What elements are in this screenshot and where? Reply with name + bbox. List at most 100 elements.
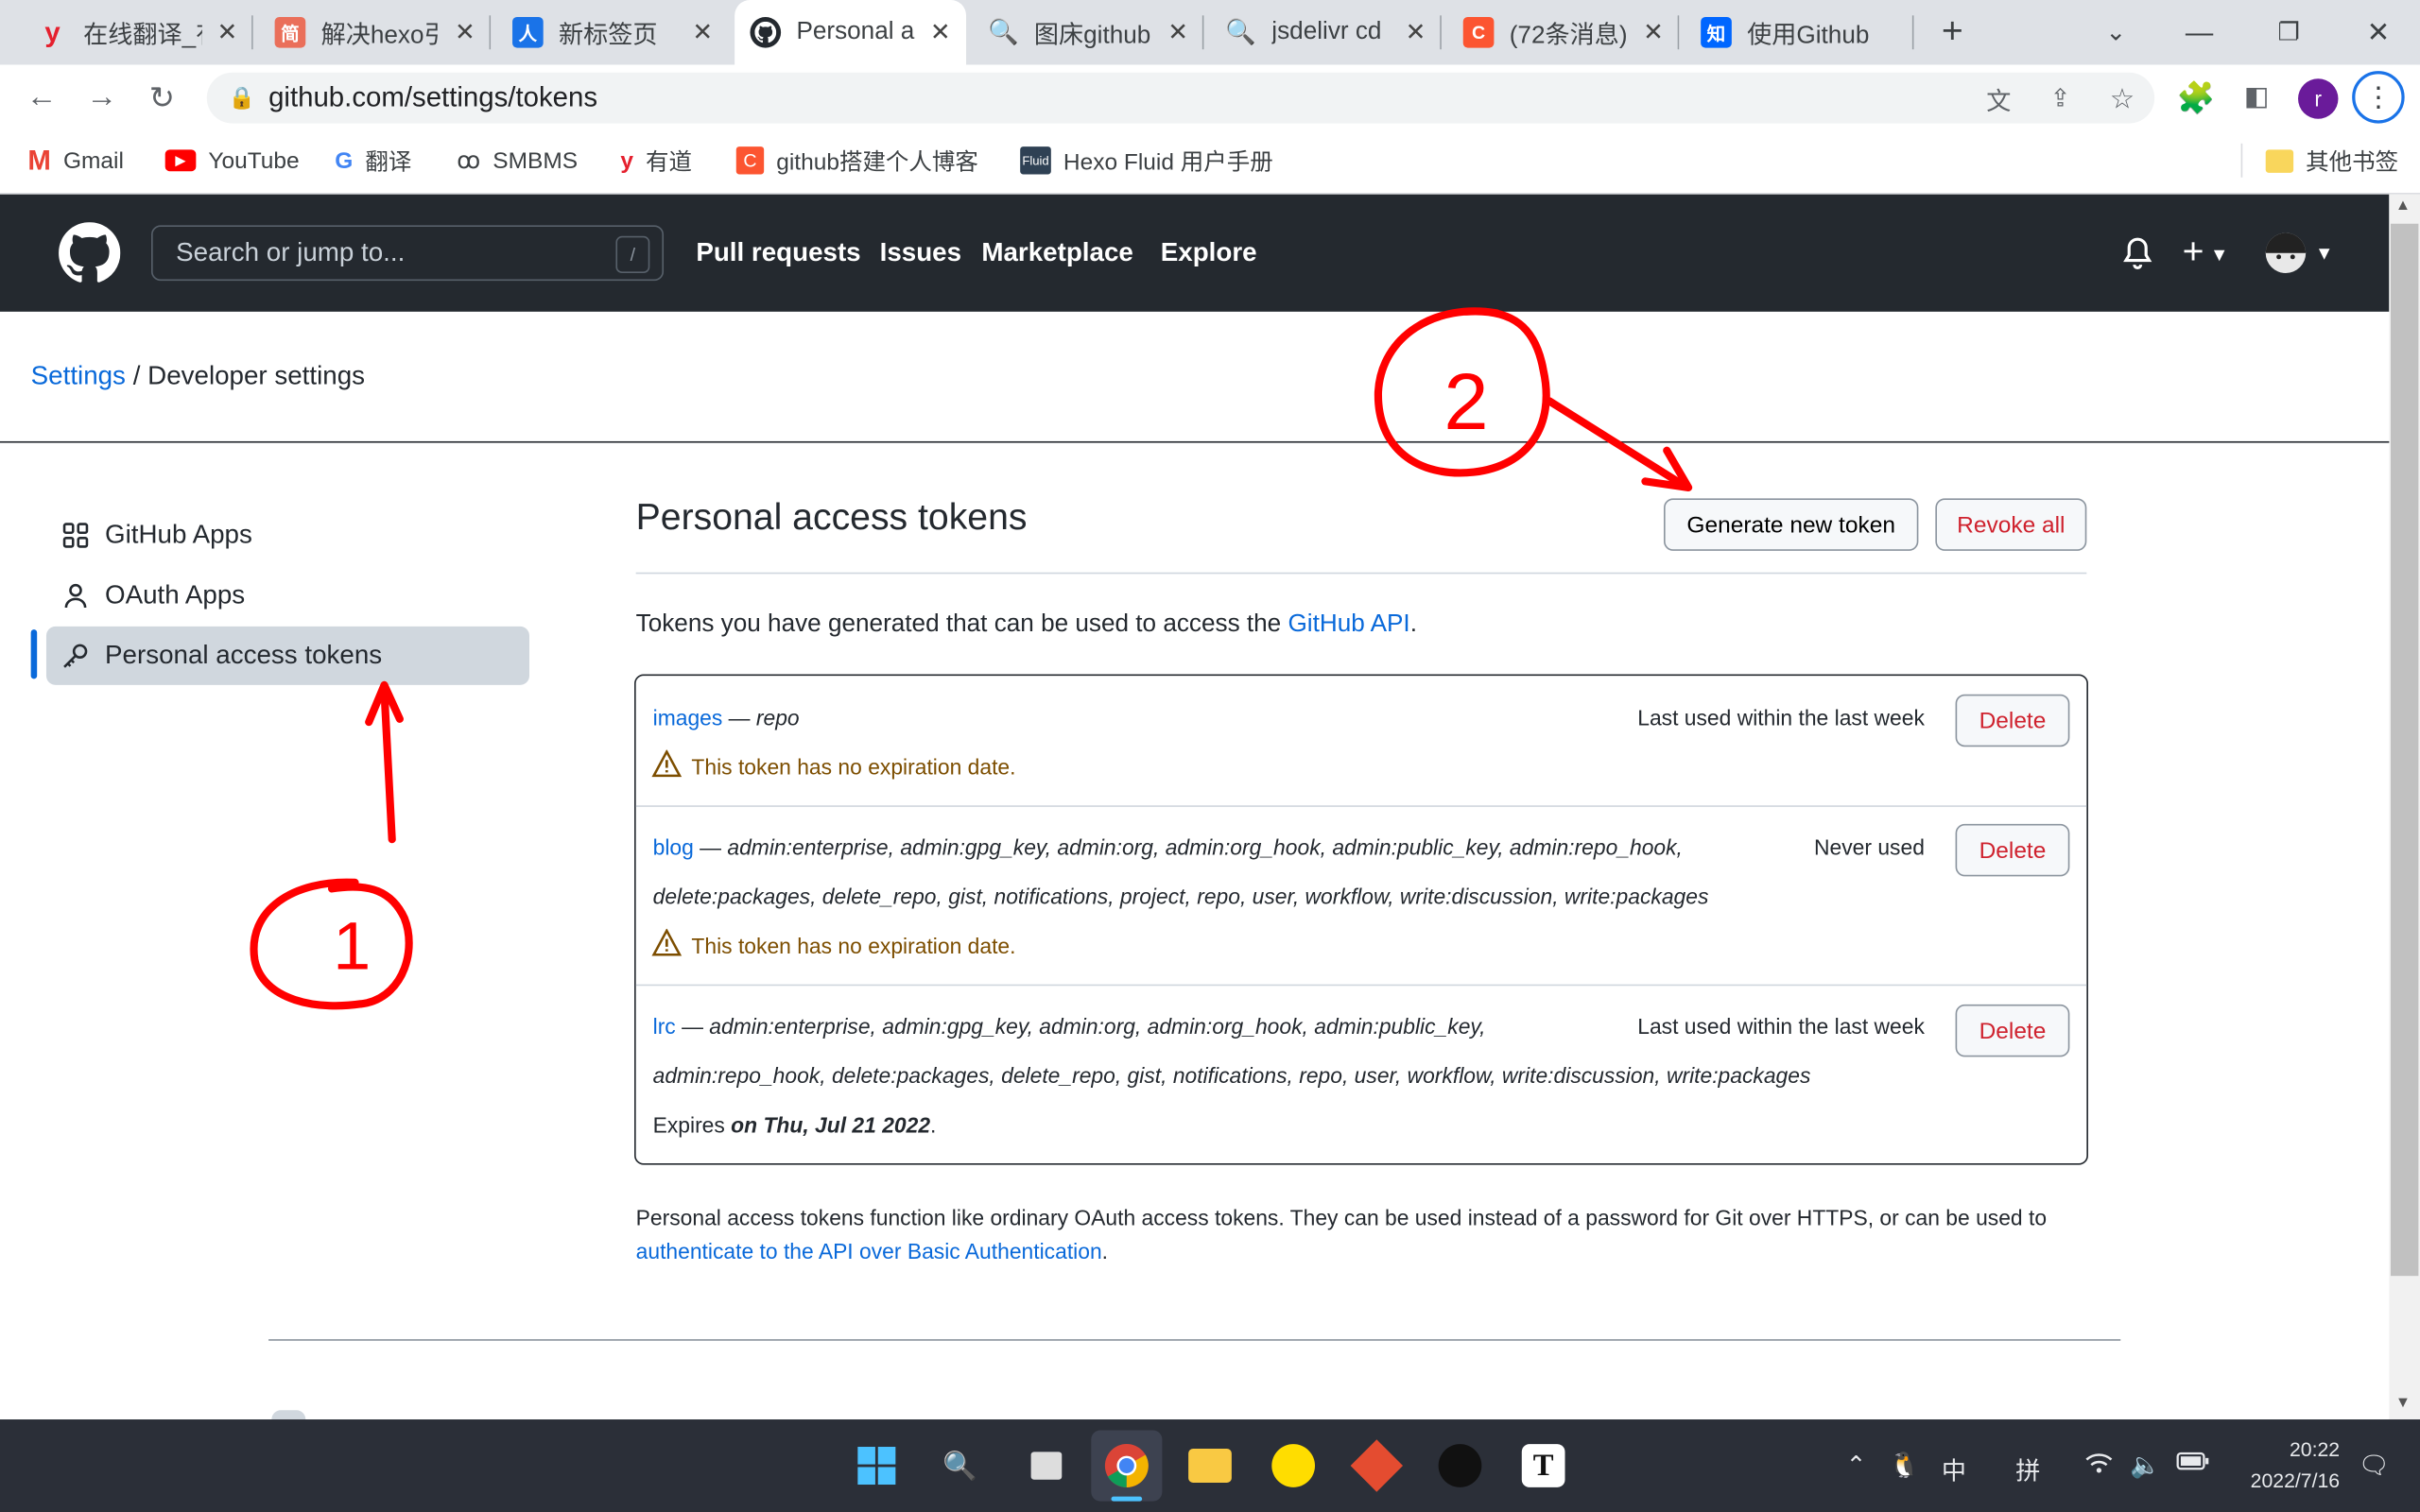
token-name-link[interactable]: lrc [653,1014,676,1039]
tab-zhihu[interactable]: 知 使用Github [1685,0,1914,65]
side-panel-icon[interactable]: ◧ [2233,74,2279,120]
tab-new-tab[interactable]: 人 新标签页 ✕ [497,0,729,65]
search-input[interactable]: Search or jump to... / [150,225,665,282]
token-name-link[interactable]: images [653,705,723,730]
delete-token-button[interactable]: Delete [1955,694,2070,747]
revoke-all-button[interactable]: Revoke all [1935,498,2087,551]
ime-language[interactable]: 中 [1942,1451,1966,1487]
bookmark-translate[interactable]: G 翻译 [335,141,411,180]
nav-explore[interactable]: Explore [1161,237,1257,268]
chrome-taskbar-icon[interactable] [1091,1430,1163,1502]
restore-icon[interactable]: ❐ [2266,9,2312,56]
wifi-icon[interactable] [2083,1451,2115,1483]
qq-tray-icon[interactable]: 🐧 [1889,1451,1920,1482]
tab-personal-access[interactable]: Personal a ✕ [735,0,967,65]
intro-prefix: Tokens you have generated that can be us… [635,610,1288,638]
sidebar-item-personal-access-tokens[interactable]: Personal access tokens [45,626,529,685]
task-view-icon[interactable] [1019,1438,1075,1494]
create-new-plus-icon[interactable]: + ▼ [2183,232,2229,275]
tab-csdn[interactable]: C (72条消息) ✕ [1447,0,1680,65]
bookmark-youtube[interactable]: ▶ YouTube [164,141,300,180]
sidebar-item-github-apps[interactable]: GitHub Apps [46,507,529,565]
new-tab-button[interactable]: + [1929,9,1976,56]
scrollbar-thumb[interactable] [2390,223,2419,1277]
nav-marketplace[interactable]: Marketplace [981,237,1132,268]
window-close-icon[interactable]: ✕ [2355,9,2401,56]
tray-overflow-icon[interactable]: ⌃ [1846,1451,1867,1482]
token-scopes-continued: delete:packages, delete_repo, gist, noti… [652,884,1709,909]
tab-jsdelivr[interactable]: 🔍 jsdelivr cd ✕ [1210,0,1442,65]
translate-page-icon[interactable]: 文 [1976,76,2022,122]
nav-issues[interactable]: Issues [880,237,961,268]
typora-icon[interactable]: T [1515,1438,1571,1494]
notification-icon[interactable]: 🗨 [2359,1451,2390,1482]
forward-icon[interactable]: → [78,74,125,120]
volume-icon[interactable]: 🔈 [2130,1451,2161,1482]
nav-pull-requests[interactable]: Pull requests [696,237,860,268]
bookmark-other[interactable]: 其他书签 [2265,141,2399,180]
extensions-icon[interactable]: 🧩 [2173,74,2220,120]
minimize-icon[interactable]: — [2176,9,2222,56]
close-icon[interactable]: ✕ [217,17,238,48]
youdao-icon: y [44,16,60,47]
user-avatar-menu[interactable]: ▼ [2265,232,2333,273]
tab-hexo[interactable]: 简 解决hexo引 ✕ [259,0,492,65]
close-icon[interactable]: ✕ [455,17,475,48]
profile-avatar[interactable]: r [2298,78,2339,119]
bookmark-youdao[interactable]: y 有道 [620,141,692,180]
taskbar-search-icon[interactable]: 🔍 [932,1438,988,1494]
tab-divider [1440,15,1442,50]
scroll-down-icon[interactable]: ▼ [2395,1395,2411,1412]
sidebar-item-oauth-apps[interactable]: OAuth Apps [46,566,529,625]
menu-kebab-icon[interactable]: ⋮ [2352,71,2405,124]
delete-token-button[interactable]: Delete [1955,823,2070,877]
git-app-icon[interactable] [1349,1438,1405,1494]
ime-mode[interactable]: 拼 [2015,1451,2040,1487]
basic-auth-link[interactable]: authenticate to the API over Basic Authe… [636,1239,1102,1263]
alert-icon [651,748,683,782]
file-explorer-icon[interactable] [1183,1438,1238,1494]
delete-token-button[interactable]: Delete [1955,1004,2070,1057]
breadcrumb-settings-link[interactable]: Settings [31,361,126,390]
reload-icon[interactable]: ↻ [139,74,185,120]
tab-search-chevron-icon[interactable]: ⌄ [2093,9,2139,56]
avatar [2265,232,2307,273]
token-name-link[interactable]: blog [653,834,694,859]
generate-new-token-button[interactable]: Generate new token [1663,498,1919,551]
apps-grid-icon [46,522,105,549]
close-icon[interactable]: ✕ [1643,17,1664,48]
token-last-used: Never used [1814,834,1925,860]
close-icon[interactable]: ✕ [1167,17,1188,48]
close-icon[interactable]: ✕ [930,17,951,48]
bookmark-hexo-fluid[interactable]: Fluid Hexo Fluid 用户手册 [1020,141,1273,180]
scroll-up-icon[interactable]: ▲ [2395,198,2411,215]
token-scopes-continued: admin:repo_hook, delete:packages, delete… [652,1062,1811,1089]
share-icon[interactable]: ⇪ [2037,76,2083,122]
bookmark-smbms[interactable]: ꝏ SMBMS [457,141,578,180]
tab-youdao[interactable]: y 在线翻译_有 ✕ [22,0,253,65]
annotation-arrowhead-2 [1641,446,1693,491]
bookmark-github-blog[interactable]: C github搭建个人博客 [735,141,978,180]
close-icon[interactable]: ✕ [1406,17,1426,48]
battery-icon[interactable] [2176,1451,2210,1480]
tab-tuchuang[interactable]: 🔍 图床github ✕ [973,0,1204,65]
github-logo-icon[interactable] [59,222,121,291]
jianshu-icon: 简 [274,16,306,48]
bookmarks-divider [2240,143,2243,178]
back-icon[interactable]: ← [19,74,65,120]
qq-music-icon[interactable] [1266,1438,1322,1494]
address-bar[interactable]: 🔒 github.com/settings/tokens 文 ⇪ ☆ [206,72,2155,124]
bell-icon[interactable] [2120,236,2154,278]
start-windows-icon[interactable] [849,1438,905,1494]
bookmark-label: 其他书签 [2306,148,2399,176]
media-app-icon[interactable] [1432,1438,1488,1494]
footer-divider [268,1339,2121,1341]
github-api-link[interactable]: GitHub API [1288,611,1409,638]
annotation-arrowhead-1 [365,680,404,727]
taskbar-clock[interactable]: 20:22 2022/7/16 [2222,1435,2340,1496]
token-scopes: admin:enterprise, admin:gpg_key, admin:o… [709,1013,1486,1039]
close-icon[interactable]: ✕ [692,17,713,48]
bookmark-star-icon[interactable]: ☆ [2099,76,2145,122]
bookmark-gmail[interactable]: M Gmail [27,141,124,180]
lock-icon: 🔒 [228,84,256,110]
